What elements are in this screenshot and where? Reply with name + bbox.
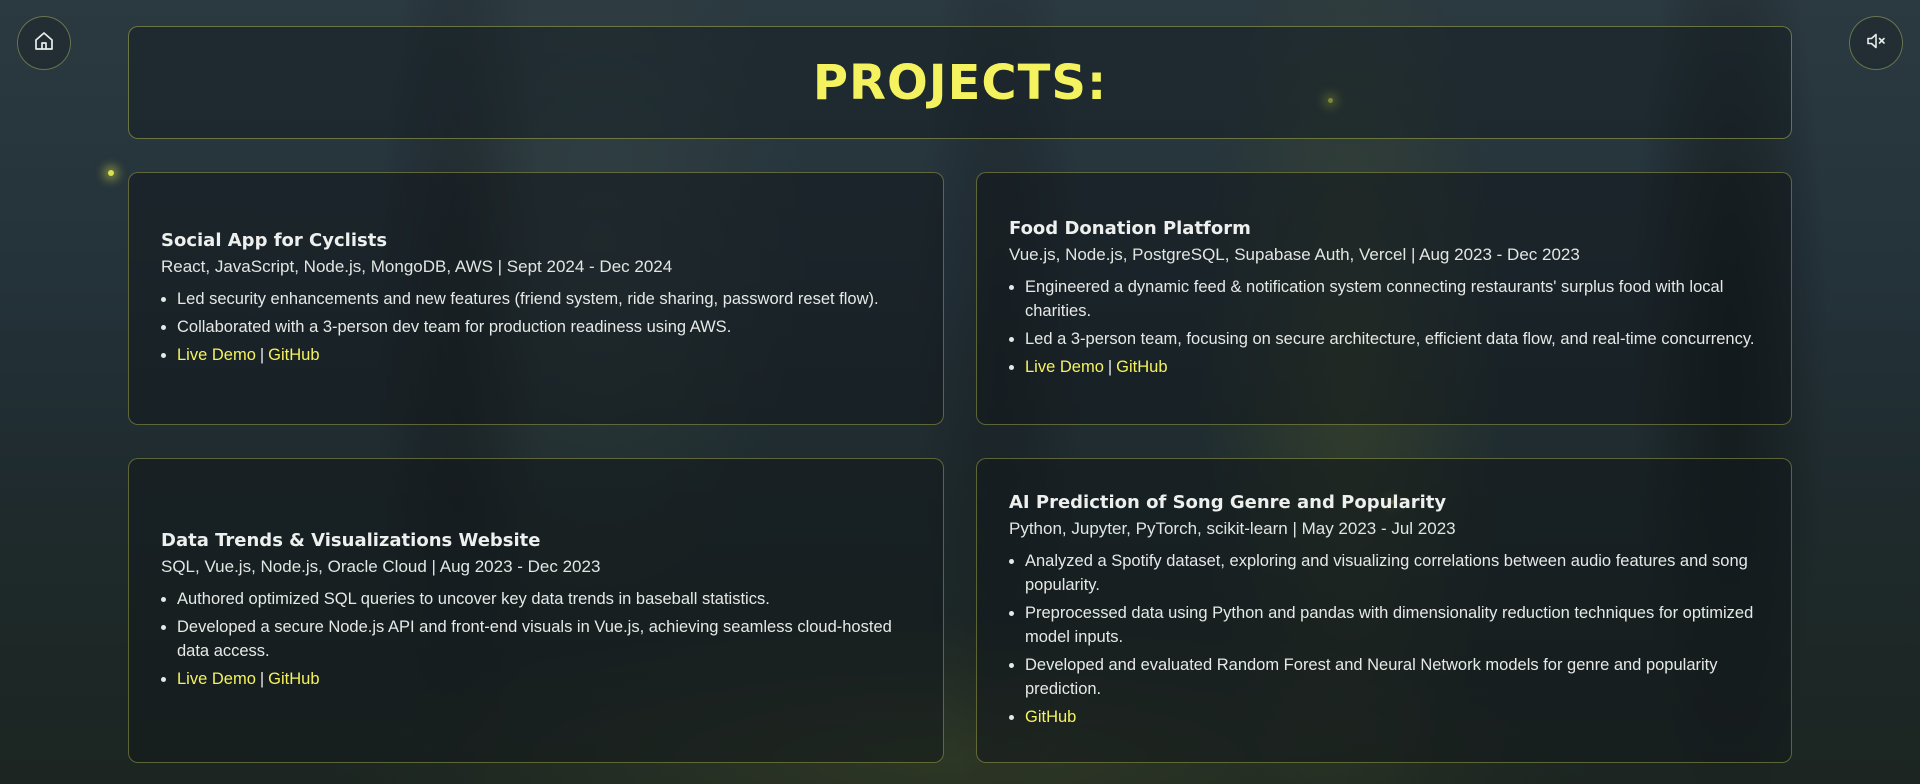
github-link[interactable]: GitHub [268, 346, 319, 364]
project-bullet: Engineered a dynamic feed & notification… [1025, 275, 1759, 323]
page-title: PROJECTS: [812, 54, 1108, 111]
github-link[interactable]: GitHub [1116, 358, 1167, 376]
project-links: Live Demo|GitHub [1025, 355, 1759, 379]
project-bullet: Developed a secure Node.js API and front… [177, 615, 911, 663]
live-demo-link[interactable]: Live Demo [177, 670, 256, 688]
firefly-glow [108, 170, 114, 176]
project-bullet-list: Led security enhancements and new featur… [161, 287, 911, 367]
project-card-food-donation: Food Donation Platform Vue.js, Node.js, … [976, 172, 1792, 425]
project-bullet-list: Engineered a dynamic feed & notification… [1009, 275, 1759, 379]
project-links: Live Demo|GitHub [177, 343, 911, 367]
project-tech-stack: Python, Jupyter, PyTorch, scikit-learn |… [1009, 519, 1456, 538]
project-bullet: Analyzed a Spotify dataset, exploring an… [1025, 549, 1759, 597]
home-button[interactable] [17, 16, 71, 70]
project-tech-stack: React, JavaScript, Node.js, MongoDB, AWS… [161, 257, 673, 276]
project-bullet-list: Authored optimized SQL queries to uncove… [161, 587, 911, 691]
link-separator: | [259, 670, 265, 688]
project-title: Data Trends & Visualizations Website [161, 530, 541, 551]
project-links: Live Demo|GitHub [177, 667, 911, 691]
projects-header-panel: PROJECTS: [128, 26, 1792, 139]
project-bullet: Collaborated with a 3-person dev team fo… [177, 315, 911, 339]
project-links: GitHub [1025, 705, 1759, 729]
project-bullet: Preprocessed data using Python and panda… [1025, 601, 1759, 649]
live-demo-link[interactable]: Live Demo [1025, 358, 1104, 376]
project-tech-stack: Vue.js, Node.js, PostgreSQL, Supabase Au… [1009, 245, 1580, 264]
github-link[interactable]: GitHub [1025, 708, 1076, 726]
project-bullet: Led a 3-person team, focusing on secure … [1025, 327, 1759, 351]
project-bullet: Led security enhancements and new featur… [177, 287, 911, 311]
project-bullet: Authored optimized SQL queries to uncove… [177, 587, 911, 611]
link-separator: | [259, 346, 265, 364]
project-card-song-prediction: AI Prediction of Song Genre and Populari… [976, 458, 1792, 763]
project-card-data-trends: Data Trends & Visualizations Website SQL… [128, 458, 944, 763]
project-title: AI Prediction of Song Genre and Populari… [1009, 492, 1447, 513]
sound-muted-icon [1864, 29, 1888, 58]
project-bullet-list: Analyzed a Spotify dataset, exploring an… [1009, 549, 1759, 729]
project-title: Food Donation Platform [1009, 218, 1251, 239]
project-tech-stack: SQL, Vue.js, Node.js, Oracle Cloud | Aug… [161, 557, 601, 576]
github-link[interactable]: GitHub [268, 670, 319, 688]
project-card-social-app: Social App for Cyclists React, JavaScrip… [128, 172, 944, 425]
link-separator: | [1107, 358, 1113, 376]
project-bullet: Developed and evaluated Random Forest an… [1025, 653, 1759, 701]
live-demo-link[interactable]: Live Demo [177, 346, 256, 364]
home-icon [32, 29, 56, 58]
mute-toggle-button[interactable] [1849, 16, 1903, 70]
project-title: Social App for Cyclists [161, 230, 388, 251]
